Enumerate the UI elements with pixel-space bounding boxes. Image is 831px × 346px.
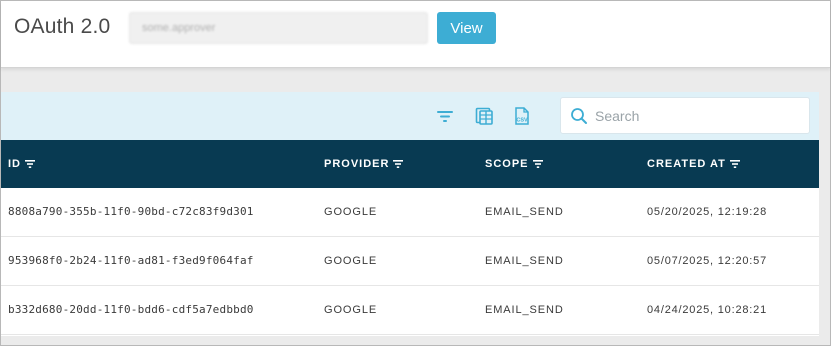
column-header-created-at[interactable]: CREATED AT <box>647 157 740 171</box>
cell-id: 953968f0-2b24-11f0-ad81-f3ed9f064faf <box>8 254 254 267</box>
columns-icon[interactable] <box>474 106 494 126</box>
column-header-id[interactable]: ID <box>8 157 35 171</box>
column-header-provider[interactable]: PROVIDER <box>324 157 404 171</box>
cell-provider: GOOGLE <box>324 304 378 316</box>
table-row[interactable]: b332d680-20dd-11f0-bdd6-cdf5a7edbbd0 GOO… <box>1 286 819 335</box>
table-row[interactable]: 8808a790-355b-11f0-90bd-c72c83f9d301 GOO… <box>1 188 819 237</box>
approver-select[interactable]: some.approver <box>129 12 428 44</box>
table-row[interactable]: 953968f0-2b24-11f0-ad81-f3ed9f064faf GOO… <box>1 237 819 286</box>
cell-scope: EMAIL_SEND <box>485 304 564 316</box>
table-header: ID PROVIDER SCOPE CREATED AT <box>1 140 819 188</box>
svg-text:CSV: CSV <box>516 118 528 124</box>
csv-export-icon[interactable]: CSV <box>512 106 532 126</box>
cell-id: 8808a790-355b-11f0-90bd-c72c83f9d301 <box>8 205 254 218</box>
cell-scope: EMAIL_SEND <box>485 206 564 218</box>
cell-created-at: 05/20/2025, 12:19:28 <box>647 206 767 218</box>
table-toolbar: CSV <box>1 92 819 140</box>
cell-provider: GOOGLE <box>324 255 378 267</box>
column-filter-icon[interactable] <box>729 160 740 168</box>
view-button[interactable]: View <box>437 12 496 44</box>
cell-provider: GOOGLE <box>324 206 378 218</box>
column-filter-icon[interactable] <box>393 160 404 168</box>
cell-id: b332d680-20dd-11f0-bdd6-cdf5a7edbbd0 <box>8 303 254 316</box>
search-icon <box>571 108 587 124</box>
search-field[interactable] <box>560 97 810 134</box>
top-bar: OAuth 2.0 some.approver View <box>1 1 830 68</box>
column-header-scope[interactable]: SCOPE <box>485 157 543 171</box>
column-filter-icon[interactable] <box>25 160 35 168</box>
search-input[interactable] <box>595 105 800 127</box>
page-title: OAuth 2.0 <box>14 15 111 38</box>
column-filter-icon[interactable] <box>532 160 543 168</box>
cell-created-at: 04/24/2025, 10:28:21 <box>647 304 767 316</box>
tokens-panel: CSV ID PROVIDER SCOPE <box>1 92 819 336</box>
cell-scope: EMAIL_SEND <box>485 255 564 267</box>
cell-created-at: 05/07/2025, 12:20:57 <box>647 255 767 267</box>
filter-icon[interactable] <box>435 106 455 126</box>
